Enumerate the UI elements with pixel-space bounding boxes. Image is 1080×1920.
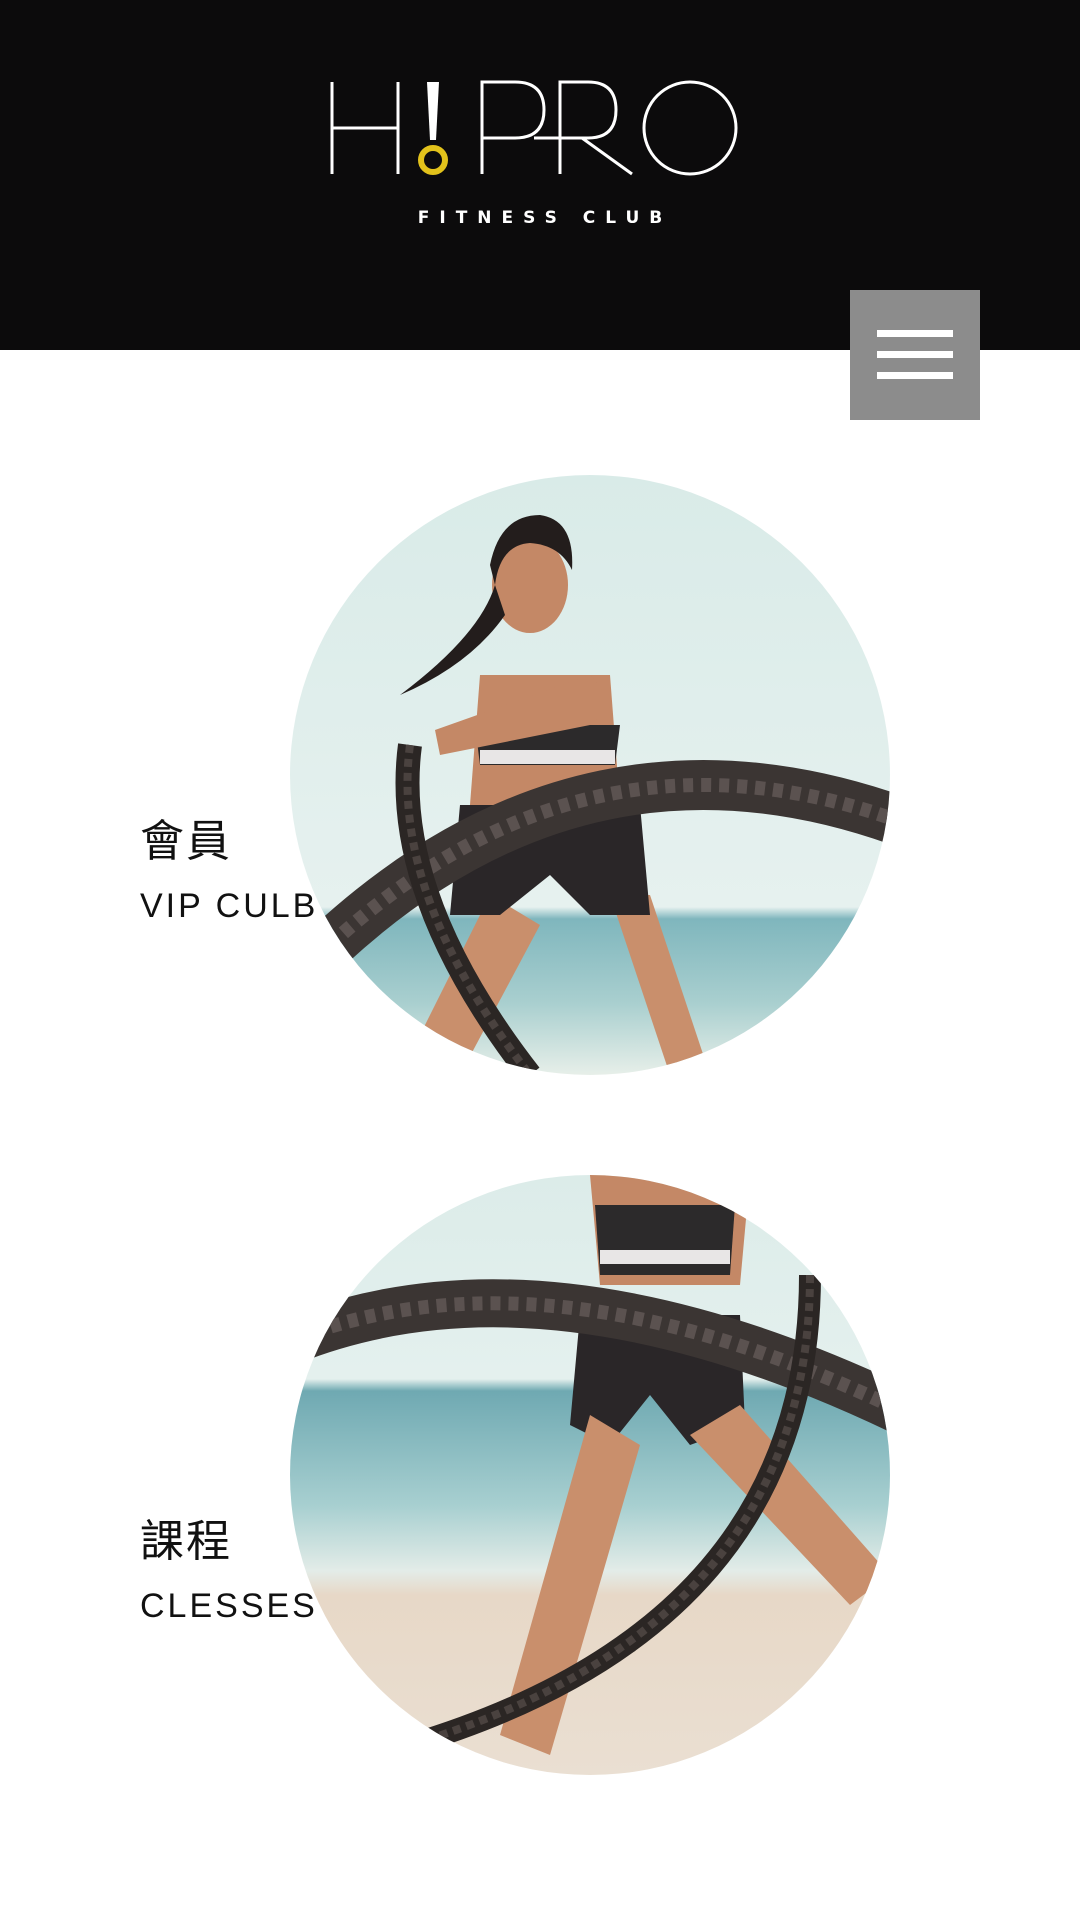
hipro-logo-mark — [330, 80, 738, 176]
hamburger-menu-icon-bar — [877, 372, 953, 379]
hamburger-menu-icon-bar — [877, 351, 953, 358]
vip-club-title-zh[interactable]: 會員 — [140, 805, 232, 869]
hamburger-menu-icon — [877, 330, 953, 337]
battle-ropes-closeup-photo — [290, 1175, 890, 1775]
classes-photo[interactable] — [290, 1175, 890, 1775]
brand-logo[interactable]: FITNESS CLUB — [320, 68, 760, 238]
vip-club-photo[interactable] — [290, 475, 890, 1075]
woman-battle-ropes-photo — [290, 475, 890, 1075]
vip-club-section: 會員 VIP CULB — [0, 475, 1080, 1075]
vip-club-title-en[interactable]: VIP CULB — [140, 887, 318, 926]
logo-subtitle: FITNESS CLUB — [417, 208, 673, 228]
classes-title-zh[interactable]: 課程 — [140, 1505, 232, 1569]
classes-title-en[interactable]: CLESSES — [140, 1587, 318, 1626]
hamburger-menu-button[interactable] — [850, 290, 980, 420]
classes-section: 課程 CLESSES — [0, 1175, 1080, 1775]
